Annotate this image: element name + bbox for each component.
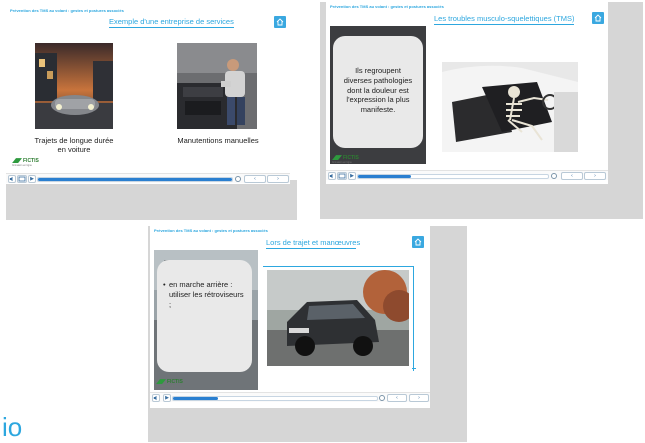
player-bar: ▶ ‹ › bbox=[150, 392, 430, 402]
progress-track[interactable] bbox=[172, 396, 378, 401]
home-icon bbox=[276, 18, 284, 26]
subtitles-button[interactable] bbox=[337, 172, 347, 180]
subtitles-button[interactable] bbox=[17, 175, 27, 183]
bubble-bullet: • bbox=[163, 280, 166, 289]
slide-3: Prévention des TMS au volant : gestes et… bbox=[150, 226, 430, 408]
prev-button[interactable]: ‹ bbox=[561, 172, 583, 180]
next-button[interactable]: › bbox=[409, 394, 429, 402]
progress-fill bbox=[38, 178, 232, 181]
fictis-logo-mark bbox=[332, 155, 342, 161]
caption-long-drives: Trajets de longue durée en voiture bbox=[34, 136, 114, 155]
photo-car-night bbox=[35, 43, 113, 129]
breadcrumb: Prévention des TMS au volant : gestes et… bbox=[10, 8, 124, 13]
home-button[interactable] bbox=[274, 16, 286, 28]
play-button[interactable]: ▶ bbox=[163, 394, 171, 402]
subtitles-icon bbox=[18, 176, 26, 182]
progress-fill bbox=[358, 175, 412, 178]
play-button[interactable]: ▶ bbox=[348, 172, 356, 180]
slide-title: Lors de trajet et manœuvres bbox=[266, 238, 361, 249]
photo-skeleton-driver bbox=[442, 62, 578, 152]
reload-icon[interactable] bbox=[235, 176, 241, 182]
slide-title: Exemple d'une entreprise de services bbox=[109, 17, 234, 28]
volume-icon bbox=[9, 176, 13, 182]
photo-manual-handling bbox=[177, 43, 257, 129]
partial-text: io bbox=[2, 412, 23, 442]
volume-icon bbox=[329, 173, 333, 179]
player-bar: ▶ ‹ › bbox=[326, 170, 608, 180]
home-icon bbox=[594, 14, 602, 22]
photo-peugeot-car bbox=[267, 270, 409, 366]
fictis-logo: FICTIS formation en ligne bbox=[332, 155, 359, 164]
slide-1: Prévention des TMS au volant : gestes et… bbox=[6, 6, 290, 184]
next-button[interactable]: › bbox=[267, 175, 289, 183]
info-bubble: Ils regroupent diverses pathologies dont… bbox=[333, 36, 423, 148]
slide-title: Les troubles musculo-squelettiques (TMS) bbox=[434, 14, 575, 25]
progress-fill bbox=[173, 397, 218, 400]
bubble-text: en marche arrière : utiliser les rétrovi… bbox=[169, 280, 244, 309]
home-icon bbox=[414, 238, 422, 246]
fictis-logo: FICTIS formation en ligne bbox=[12, 158, 39, 167]
reload-icon[interactable] bbox=[551, 173, 557, 179]
subtitles-icon bbox=[338, 173, 346, 179]
volume-icon bbox=[153, 395, 157, 401]
slide-panel-background bbox=[6, 180, 297, 220]
fictis-logo: FICTIS formation en ligne bbox=[156, 379, 183, 388]
breadcrumb: Prévention des TMS au volant : gestes et… bbox=[330, 4, 444, 9]
info-bubble: • en marche arrière : utiliser les rétro… bbox=[157, 260, 252, 372]
next-button[interactable]: › bbox=[584, 172, 606, 180]
volume-button[interactable] bbox=[328, 172, 336, 180]
reload-icon[interactable] bbox=[379, 395, 385, 401]
home-button[interactable] bbox=[592, 12, 604, 24]
progress-track[interactable] bbox=[37, 177, 233, 182]
fictis-logo-mark bbox=[12, 158, 22, 164]
home-button[interactable] bbox=[412, 236, 424, 248]
caption-manual-handling: Manutentions manuelles bbox=[177, 136, 259, 145]
breadcrumb: Prévention des TMS au volant : gestes et… bbox=[154, 228, 268, 233]
player-bar: ▶ ‹ › bbox=[6, 173, 290, 183]
fictis-logo-mark bbox=[156, 379, 166, 385]
volume-button[interactable] bbox=[8, 175, 16, 183]
prev-button[interactable]: ‹ bbox=[244, 175, 266, 183]
photo-frame-corner bbox=[412, 352, 416, 369]
volume-button[interactable] bbox=[152, 394, 160, 402]
slide-2: Prévention des TMS au volant : gestes et… bbox=[326, 2, 608, 184]
play-button[interactable]: ▶ bbox=[28, 175, 36, 183]
prev-button[interactable]: ‹ bbox=[387, 394, 407, 402]
progress-track[interactable] bbox=[357, 174, 549, 179]
bubble-text: Ils regroupent diverses pathologies dont… bbox=[343, 66, 413, 114]
